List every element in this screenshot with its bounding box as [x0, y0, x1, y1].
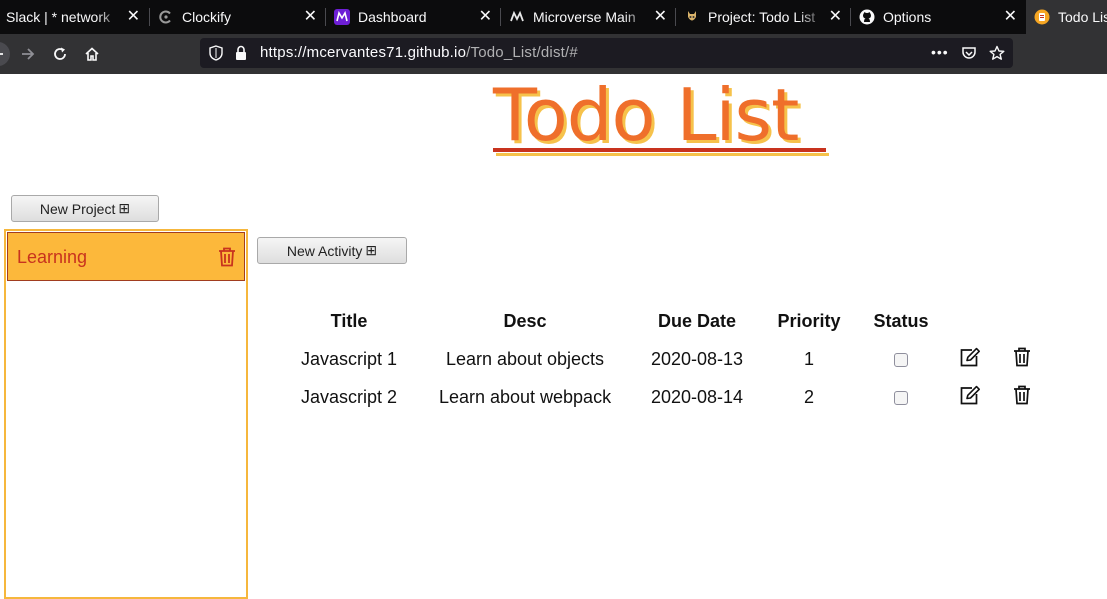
- table-row: Javascript 1 Learn about objects 2020-08…: [277, 340, 1053, 378]
- table-row: Javascript 2 Learn about webpack 2020-08…: [277, 378, 1053, 416]
- back-button[interactable]: [0, 42, 10, 66]
- edit-icon[interactable]: [959, 347, 981, 371]
- url-bar[interactable]: https://mcervantes71.github.io/Todo_List…: [200, 38, 1013, 68]
- activity-desc: Learn about objects: [445, 348, 605, 369]
- title-underline-shadow: [496, 153, 829, 156]
- column-header-due-date: Due Date: [657, 310, 737, 331]
- browser-toolbar: https://mcervantes71.github.io/Todo_List…: [0, 34, 1107, 74]
- close-icon[interactable]: ✕: [304, 0, 317, 34]
- tab-dashboard[interactable]: Dashboard ✕: [326, 0, 500, 34]
- column-header-delete: [991, 302, 1053, 340]
- column-header-title: Title: [330, 310, 368, 331]
- tab-label: Options: [883, 9, 932, 25]
- pocket-icon[interactable]: [961, 45, 977, 61]
- project-sidebar: Learning: [4, 229, 248, 599]
- tab-microverse-main[interactable]: Microverse Main ✕: [501, 0, 675, 34]
- new-project-label: New Project: [39, 200, 116, 217]
- table-header-row: Title Desc Due Date Priority Status: [277, 302, 1053, 340]
- tab-slack[interactable]: Slack | * network ✕: [0, 0, 148, 34]
- page-actions-menu[interactable]: •••: [931, 38, 949, 66]
- activity-title: Javascript 2: [300, 386, 398, 407]
- tab-todo-list[interactable]: Todo Lis: [1026, 0, 1107, 34]
- todo-icon: [1034, 9, 1050, 25]
- plus-box-icon: ⊞: [118, 200, 131, 216]
- reload-icon: [54, 47, 66, 60]
- plus-box-icon: ⊞: [365, 242, 378, 258]
- tab-label: Todo Lis: [1058, 9, 1107, 25]
- column-header-edit: [949, 302, 991, 340]
- project-icon: [684, 9, 700, 25]
- close-icon[interactable]: ✕: [1004, 0, 1017, 34]
- project-item-learning[interactable]: Learning: [7, 232, 245, 281]
- title-underline: [493, 148, 826, 152]
- clockify-icon: [158, 9, 174, 25]
- home-icon: [85, 47, 99, 61]
- new-project-button[interactable]: New Project ⊞: [11, 195, 159, 222]
- column-header-desc: Desc: [503, 310, 547, 331]
- activities-table: Title Desc Due Date Priority Status Java…: [277, 302, 1053, 416]
- trash-icon[interactable]: [218, 247, 236, 272]
- forward-button[interactable]: [16, 42, 40, 66]
- close-icon[interactable]: ✕: [654, 0, 667, 34]
- tab-options[interactable]: Options ✕: [851, 0, 1025, 34]
- new-activity-label: New Activity: [286, 242, 363, 259]
- activity-due-date: 2020-08-14: [650, 386, 744, 407]
- tab-label: Clockify: [182, 9, 232, 25]
- close-icon[interactable]: ✕: [829, 0, 842, 34]
- github-icon: [859, 9, 875, 25]
- column-header-status: Status: [873, 310, 929, 331]
- bookmark-star-icon[interactable]: [989, 45, 1005, 61]
- activity-priority: 1: [803, 348, 814, 369]
- status-checkbox[interactable]: [894, 390, 908, 405]
- project-name: Learning: [17, 247, 88, 267]
- activity-priority: 2: [803, 386, 814, 407]
- trash-icon[interactable]: [1013, 347, 1031, 371]
- shield-icon[interactable]: [208, 45, 224, 61]
- microverse-icon: [334, 9, 350, 25]
- status-checkbox[interactable]: [894, 352, 908, 367]
- reload-button[interactable]: [48, 42, 72, 66]
- trash-icon[interactable]: [1013, 385, 1031, 409]
- lock-icon[interactable]: [233, 45, 249, 61]
- close-icon[interactable]: ✕: [479, 0, 492, 34]
- column-header-priority: Priority: [777, 310, 841, 331]
- close-icon[interactable]: ✕: [127, 0, 140, 34]
- browser-tab-strip: Slack | * network ✕ Clockify ✕ Dashboard…: [0, 0, 1107, 34]
- edit-icon[interactable]: [959, 385, 981, 409]
- home-button[interactable]: [80, 42, 104, 66]
- microverse-icon: [509, 9, 525, 25]
- tab-project-todo[interactable]: Project: Todo List ✕: [676, 0, 850, 34]
- tab-clockify[interactable]: Clockify ✕: [150, 0, 325, 34]
- activity-due-date: 2020-08-13: [650, 348, 744, 369]
- tab-label: Dashboard: [358, 9, 427, 25]
- new-activity-button[interactable]: New Activity ⊞: [257, 237, 407, 264]
- page-title: Todo List: [493, 73, 799, 157]
- url-path: /Todo_List/dist/#: [466, 44, 578, 61]
- activity-desc: Learn about webpack: [438, 386, 612, 407]
- arrow-right-icon: [22, 48, 35, 60]
- url-host: https://mcervantes71.github.io: [260, 44, 467, 61]
- activity-title: Javascript 1: [300, 348, 398, 369]
- url-text[interactable]: https://mcervantes71.github.io/Todo_List…: [260, 38, 578, 68]
